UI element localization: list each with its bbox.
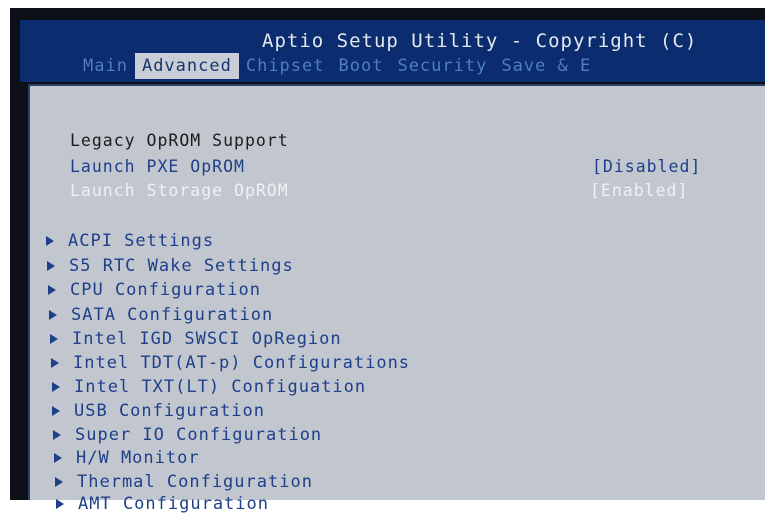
menu-item-hw-monitor[interactable]: H/W Monitor	[54, 448, 200, 468]
menu-item-super-io-configuration[interactable]: Super IO Configuration	[53, 425, 322, 445]
menu-item-intel-igd-swsci-opregion[interactable]: Intel IGD SWSCI OpRegion	[50, 329, 342, 349]
menu-item-label: CPU Configuration	[70, 280, 261, 300]
menu-item-label: Thermal Configuration	[77, 472, 313, 492]
menu-item-acpi-settings[interactable]: ACPI Settings	[46, 231, 214, 251]
tab-main[interactable]: Main	[76, 53, 135, 79]
option-value-launch-storage-oprom[interactable]: [Enabled]	[590, 181, 688, 201]
submenu-arrow-icon	[52, 382, 60, 392]
menu-item-label: Intel TXT(LT) Configuation	[74, 377, 367, 397]
tab-security[interactable]: Security	[390, 53, 494, 79]
submenu-arrow-icon	[53, 430, 61, 440]
tab-chipset[interactable]: Chipset	[239, 53, 332, 79]
menu-item-label: ACPI Settings	[68, 231, 215, 251]
submenu-arrow-icon	[47, 261, 55, 271]
submenu-arrow-icon	[55, 477, 63, 487]
menu-item-label: Intel IGD SWSCI OpRegion	[72, 329, 342, 349]
option-launch-pxe-oprom[interactable]: Launch PXE OpROM	[70, 157, 245, 177]
section-title-legacy-oprom: Legacy OpROM Support	[70, 131, 289, 150]
option-value-launch-pxe-oprom[interactable]: [Disabled]	[592, 157, 701, 177]
menu-item-label: SATA Configuration	[71, 305, 274, 325]
menu-item-label: AMT Configuration	[78, 494, 269, 514]
menu-item-intel-txt-configuation[interactable]: Intel TXT(LT) Configuation	[52, 377, 366, 397]
tab-bar: Main Advanced Chipset Boot Security Save…	[76, 53, 598, 79]
menu-item-amt-configuration[interactable]: AMT Configuration	[56, 494, 269, 514]
submenu-arrow-icon	[49, 310, 57, 320]
menu-item-intel-tdt-configurations[interactable]: Intel TDT(AT-p) Configurations	[51, 353, 410, 373]
tab-save-exit[interactable]: Save & E	[494, 53, 598, 79]
submenu-arrow-icon	[56, 499, 64, 509]
menu-item-label: Super IO Configuration	[75, 425, 323, 445]
menu-item-thermal-configuration[interactable]: Thermal Configuration	[55, 472, 313, 492]
menu-item-label: Intel TDT(AT-p) Configurations	[73, 353, 411, 373]
tab-advanced[interactable]: Advanced	[134, 53, 239, 79]
submenu-arrow-icon	[52, 406, 60, 416]
menu-item-cpu-configuration[interactable]: CPU Configuration	[48, 280, 261, 300]
menu-item-label: S5 RTC Wake Settings	[69, 256, 294, 276]
submenu-arrow-icon	[46, 236, 54, 246]
photo-frame: Aptio Setup Utility - Copyright (C) Main…	[0, 0, 765, 514]
menu-item-s5-rtc-wake-settings[interactable]: S5 RTC Wake Settings	[47, 256, 294, 276]
menu-item-label: USB Configuration	[74, 401, 265, 421]
menu-item-label: H/W Monitor	[76, 448, 200, 468]
submenu-arrow-icon	[50, 334, 58, 344]
menu-item-sata-configuration[interactable]: SATA Configuration	[49, 305, 273, 325]
app-title: Aptio Setup Utility - Copyright (C)	[262, 30, 698, 52]
submenu-arrow-icon	[51, 358, 59, 368]
submenu-arrow-icon	[54, 453, 62, 463]
submenu-arrow-icon	[48, 285, 56, 295]
tab-boot[interactable]: Boot	[332, 53, 391, 79]
menu-item-usb-configuration[interactable]: USB Configuration	[52, 401, 265, 421]
option-launch-storage-oprom[interactable]: Launch Storage OpROM	[70, 181, 289, 201]
